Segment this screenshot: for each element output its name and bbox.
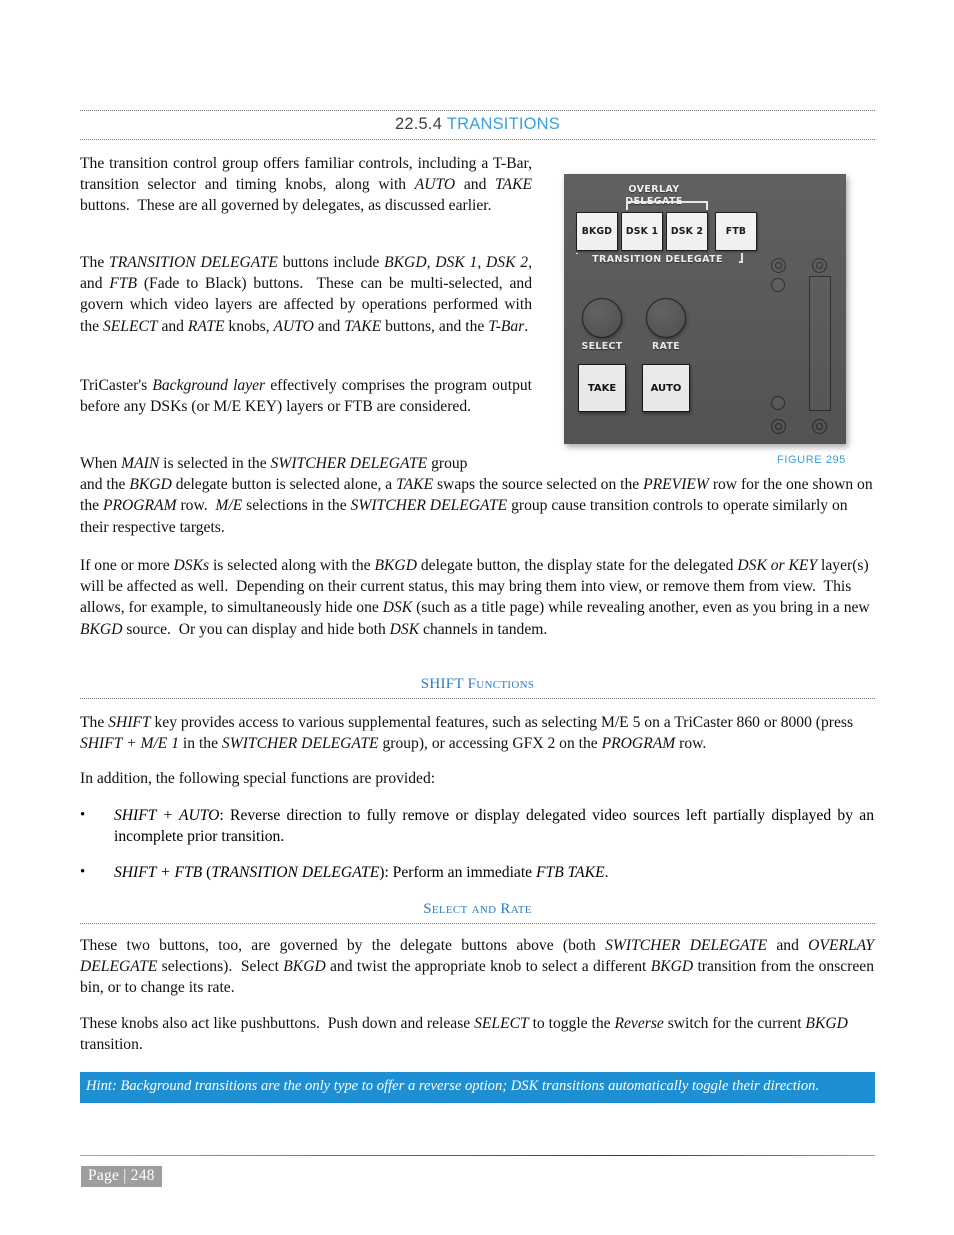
- take-button[interactable]: TAKE: [578, 364, 626, 412]
- bullet-marker: •: [80, 864, 86, 880]
- paragraph-7: In addition, the following special funct…: [80, 770, 436, 787]
- page-number-badge: Page | 248: [81, 1166, 162, 1187]
- list-item: • SHIFT + AUTO: Reverse direction to ful…: [80, 805, 874, 847]
- screw-top-right-icon: [812, 258, 827, 273]
- figure-295: OVERLAY DELEGATE BKGD DSK 1 DSK 2 FTB TR…: [564, 174, 846, 444]
- rate-knob-label: RATE: [652, 341, 680, 352]
- paragraph-8: These two buttons, too, are governed by …: [80, 937, 875, 997]
- delegate-button-row: BKGD DSK 1 DSK 2 FTB: [576, 212, 757, 251]
- paragraph-9: These knobs also act like pushbuttons. P…: [80, 1015, 848, 1054]
- rate-knob[interactable]: [646, 298, 686, 338]
- section-title: TRANSITIONS: [446, 115, 560, 133]
- section-heading: 22.5.4 TRANSITIONS: [80, 110, 875, 140]
- bullet-marker: •: [80, 807, 86, 823]
- footer-divider: [80, 1155, 875, 1156]
- bullet-text: SHIFT + FTB (TRANSITION DELEGATE): Perfo…: [114, 864, 609, 881]
- select-knob-label: SELECT: [581, 341, 623, 352]
- transition-delegate-label-text: TRANSITION DELEGATE: [588, 254, 727, 265]
- hint-box: Hint: Background transitions are the onl…: [80, 1072, 875, 1103]
- subheading-shift-functions: SHIFT Functions: [80, 676, 875, 699]
- section-number: 22.5.4: [395, 115, 443, 133]
- document-page: 22.5.4 TRANSITIONS OVERLAY DELEGATE BKGD…: [0, 0, 954, 1235]
- screw-bottom-left-icon: [771, 419, 786, 434]
- bkgd-button[interactable]: BKGD: [576, 212, 618, 251]
- transition-delegate-label: TRANSITION DELEGATE: [576, 254, 739, 265]
- screw-top-left-icon: [771, 258, 786, 273]
- select-knob[interactable]: [582, 298, 622, 338]
- auto-button[interactable]: AUTO: [642, 364, 690, 412]
- subheading-select-and-rate: Select and Rate: [80, 901, 875, 924]
- dsk1-button[interactable]: DSK 1: [621, 212, 663, 251]
- paragraph-5: If one or more DSKs is selected along wi…: [80, 557, 870, 638]
- ftb-button[interactable]: FTB: [715, 212, 757, 251]
- paragraph-4: When MAIN is selected in the SWITCHER DE…: [80, 455, 873, 536]
- screw-bottom-right-icon: [812, 419, 827, 434]
- paragraph-2: The TRANSITION DELEGATE buttons include …: [80, 254, 532, 335]
- overlay-delegate-bracket: [626, 201, 708, 210]
- paragraph-3: TriCaster's Background layer effectively…: [80, 377, 532, 416]
- t-bar-slot[interactable]: [809, 276, 831, 411]
- overlay-delegate-label-line1: OVERLAY: [628, 184, 680, 195]
- bullet-text: SHIFT + AUTO: Reverse direction to fully…: [114, 807, 874, 846]
- indicator-lamp-bottom-icon: [771, 396, 785, 410]
- paragraph-6: The SHIFT key provides access to various…: [80, 714, 854, 753]
- indicator-lamp-top-icon: [771, 278, 785, 292]
- list-item: • SHIFT + FTB (TRANSITION DELEGATE): Per…: [80, 862, 874, 883]
- paragraph-1: The transition control group offers fami…: [80, 155, 533, 215]
- transition-control-panel: OVERLAY DELEGATE BKGD DSK 1 DSK 2 FTB TR…: [564, 174, 846, 444]
- dsk2-button[interactable]: DSK 2: [666, 212, 708, 251]
